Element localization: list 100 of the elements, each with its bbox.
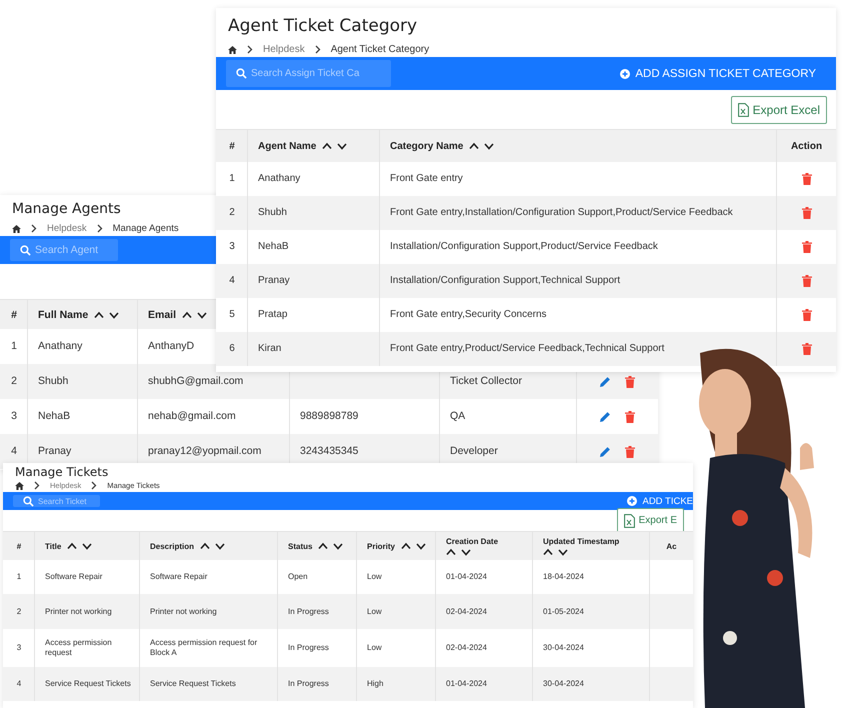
breadcrumb-link[interactable]: Helpdesk [263,44,305,55]
agent-name: Shubh [258,207,287,219]
column-header[interactable]: Agent Name [258,140,316,152]
full-name: Shubh [38,375,68,388]
updated-timestamp: 18-04-2024 [543,572,584,582]
home-icon[interactable] [228,46,237,54]
updated-timestamp: 30-04-2024 [543,679,584,689]
column-header[interactable]: Description [150,542,194,550]
add-button[interactable]: ADD ASSIGN TICKET CATEGORY [620,68,816,80]
breadcrumb-link[interactable]: Helpdesk [47,223,87,234]
search-icon [23,496,34,506]
ticket-priority: High [367,679,384,689]
delete-icon[interactable] [802,275,812,287]
breadcrumb-current: Agent Ticket Category [330,44,430,55]
ticket-description: Printer not working [150,606,217,616]
delete-icon[interactable] [625,410,635,422]
column-header[interactable]: Full Name [38,308,88,320]
row-number: 4 [11,445,17,458]
sort-icon[interactable] [401,542,428,550]
breadcrumb-current: Manage Agents [112,223,179,234]
phone-number: 3243435345 [300,445,358,458]
ticket-priority: Low [367,572,382,582]
delete-icon[interactable] [802,309,812,321]
plus-circle-icon [627,496,638,506]
ticket-priority: Low [367,606,382,616]
category-name: Front Gate entry,Product/Service Feedback,Technical Support [390,343,664,355]
sort-icon[interactable] [182,310,208,318]
column-header[interactable]: Creation Date [446,536,498,546]
row-number: 2 [16,606,22,616]
home-icon[interactable] [12,224,21,232]
sort-icon[interactable] [200,542,226,550]
creation-date: 01-04-2024 [446,572,487,582]
delete-icon[interactable] [802,207,812,219]
row-number: 6 [229,343,235,355]
creation-date: 02-04-2024 [446,643,487,653]
row-number: 2 [11,375,17,388]
full-name: NehaB [38,410,70,423]
agent-name: Pratap [258,309,288,321]
creation-date: 01-04-2024 [446,679,487,689]
edit-icon[interactable] [599,446,611,458]
ticket-title: Access permission request [45,638,113,658]
delete-icon[interactable] [802,343,812,355]
phone-number: 9889898789 [300,410,358,423]
row-number: 1 [11,340,17,353]
column-header[interactable]: Updated Timestamp [543,536,620,546]
sort-icon[interactable] [318,542,344,550]
sort-icon[interactable] [543,548,569,556]
agent-name: NehaB [258,241,289,253]
ticket-status: In Progress [288,606,329,616]
ticket-description: Software Repair [150,572,208,582]
sort-icon[interactable] [469,142,496,150]
edit-icon[interactable] [599,410,611,422]
chevron-icon [96,224,103,233]
row-number: 3 [229,241,235,253]
column-header: Action [790,140,822,152]
add-button[interactable]: ADD TICKE [627,496,693,506]
column-header[interactable]: Category Name [390,140,464,152]
column-header: # [16,542,22,550]
updated-timestamp: 01-05-2024 [543,606,584,616]
role: Ticket Collector [450,375,522,388]
email: shubhG@gmail.com [148,375,244,388]
excel-file-icon [624,514,635,528]
ticket-description: Access permission request for Block A [150,638,258,658]
column-header[interactable]: Status [288,542,312,550]
chevron-icon [31,224,37,233]
sort-icon[interactable] [322,142,348,150]
sort-icon[interactable] [94,310,120,318]
chevron-icon [314,45,321,54]
category-name: Installation/Configuration Support,Technical Support [390,275,620,287]
ticket-status: Open [288,572,308,582]
excel-file-icon [738,102,749,116]
plus-circle-icon [620,68,630,78]
delete-icon[interactable] [802,241,812,253]
email: AnthanyD [148,340,194,353]
delete-icon[interactable] [625,376,635,388]
delete-icon[interactable] [802,173,812,185]
delete-icon[interactable] [625,446,635,458]
category-name: Front Gate entry,Security Concerns [390,309,547,321]
row-number: 4 [229,275,235,287]
row-number: 5 [229,309,235,321]
row-number: 3 [16,643,22,653]
edit-icon[interactable] [599,376,611,388]
column-header[interactable]: Priority [367,542,396,550]
column-header[interactable]: Email [148,308,176,320]
page-title: Agent Ticket Category [228,16,418,36]
sort-icon[interactable] [446,548,472,556]
row-number: 4 [16,679,22,689]
category-name: Front Gate entry,Installation/Configuration Support,Product/Service Feedback [390,207,733,219]
ticket-title: Service Request Tickets [45,679,131,689]
page-title: Manage Agents [12,201,121,217]
export-button[interactable]: Export Excel [730,96,827,124]
ticket-title: Software Repair [45,572,102,582]
ticket-description: Service Request Tickets [150,679,236,689]
column-header[interactable]: Title [45,542,62,550]
export-button[interactable]: Export E [616,508,684,534]
creation-date: 02-04-2024 [446,606,487,616]
row-number: 3 [11,410,17,423]
home-icon[interactable] [15,482,24,490]
sort-icon[interactable] [67,542,94,550]
row-number: 2 [229,207,235,219]
